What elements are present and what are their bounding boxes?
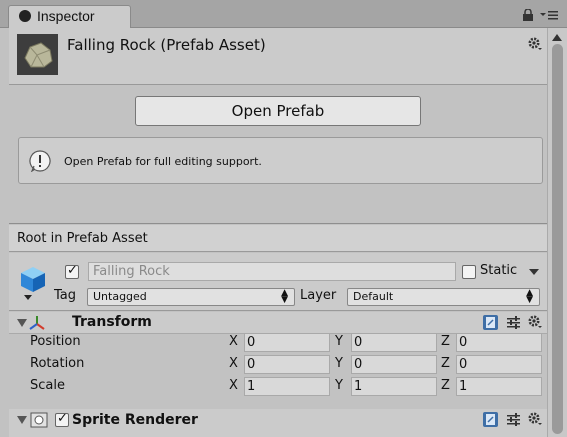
axis-y-label: Y bbox=[335, 334, 343, 349]
root-bar: Root in Prefab Asset bbox=[9, 225, 547, 252]
warning-icon bbox=[29, 150, 51, 172]
sprite-renderer-title: Sprite Renderer bbox=[72, 412, 198, 428]
foldout-arrow-icon[interactable] bbox=[17, 416, 27, 424]
asset-header: Falling Rock (Prefab Asset) bbox=[9, 28, 547, 85]
position-z-field[interactable]: 0 bbox=[456, 333, 542, 352]
rotation-y-field[interactable]: 0 bbox=[351, 355, 437, 374]
icon-dropdown-arrow-icon[interactable] bbox=[24, 295, 32, 300]
tag-value: Untagged bbox=[93, 290, 147, 303]
tag-label: Tag bbox=[54, 288, 77, 303]
transform-title: Transform bbox=[72, 314, 152, 330]
help-box: Open Prefab for full editing support. bbox=[18, 137, 543, 184]
open-prefab-button[interactable]: Open Prefab bbox=[135, 96, 421, 126]
scale-x-field[interactable]: 1 bbox=[244, 377, 330, 396]
help-text: Open Prefab for full editing support. bbox=[64, 155, 262, 168]
position-label: Position bbox=[30, 334, 81, 349]
sprite-renderer-icon bbox=[30, 412, 48, 428]
axis-x-label: X bbox=[229, 334, 238, 349]
layer-dropdown[interactable]: Default ▲ ▼ bbox=[347, 288, 540, 306]
root-label: Root in Prefab Asset bbox=[17, 231, 148, 246]
tag-dropdown[interactable]: Untagged ▲ ▼ bbox=[87, 288, 295, 306]
open-prefab-section: Open Prefab Open Prefab for full editing… bbox=[9, 86, 547, 224]
layer-label: Layer bbox=[300, 288, 337, 303]
info-icon bbox=[19, 10, 31, 22]
axis-x-label: X bbox=[229, 378, 238, 393]
gear-icon[interactable] bbox=[527, 314, 543, 330]
scale-y-field[interactable]: 1 bbox=[351, 377, 437, 396]
gameobject-name-field[interactable]: Falling Rock bbox=[88, 262, 456, 281]
scale-z-field[interactable]: 1 bbox=[456, 377, 542, 396]
axis-z-label: Z bbox=[441, 378, 450, 393]
layer-value: Default bbox=[353, 290, 394, 303]
transform-header[interactable]: Transform bbox=[9, 312, 547, 334]
axis-y-label: Y bbox=[335, 356, 343, 371]
axis-z-label: Z bbox=[441, 334, 450, 349]
axis-z-label: Z bbox=[441, 356, 450, 371]
rotation-z-field[interactable]: 0 bbox=[456, 355, 542, 374]
gear-icon[interactable] bbox=[527, 411, 543, 427]
transform-body: Position X 0 Y 0 Z 0 Rotation X 0 Y 0 Z … bbox=[9, 333, 547, 408]
cube-icon[interactable] bbox=[19, 265, 47, 293]
foldout-arrow-icon[interactable] bbox=[17, 319, 27, 327]
position-x-field[interactable]: 0 bbox=[244, 333, 330, 352]
sprite-renderer-enabled-checkbox[interactable] bbox=[55, 411, 69, 427]
menu-icon[interactable] bbox=[539, 8, 559, 22]
gear-icon[interactable] bbox=[527, 36, 543, 52]
scale-label: Scale bbox=[30, 378, 65, 393]
tab-label: Inspector bbox=[37, 8, 95, 24]
preset-icon[interactable] bbox=[506, 412, 521, 427]
preset-icon[interactable] bbox=[506, 315, 521, 330]
gameobject-header: Falling Rock Static Tag Untagged ▲▼ Laye… bbox=[9, 253, 547, 311]
rock-thumbnail-icon bbox=[17, 34, 58, 75]
position-y-field[interactable]: 0 bbox=[351, 333, 437, 352]
updown-arrow-icon: ▲ ▼ bbox=[281, 288, 288, 305]
scroll-thumb[interactable] bbox=[552, 44, 563, 434]
static-checkbox[interactable] bbox=[462, 265, 476, 279]
tab-inspector[interactable]: Inspector bbox=[8, 5, 131, 28]
static-label: Static bbox=[480, 263, 518, 278]
help-book-icon[interactable] bbox=[483, 412, 498, 427]
transform-icon bbox=[29, 316, 45, 330]
tab-bar: Inspector bbox=[0, 0, 567, 28]
sprite-renderer-header[interactable]: Sprite Renderer bbox=[9, 409, 547, 437]
help-book-icon[interactable] bbox=[483, 315, 498, 330]
updown-arrow-icon: ▲ ▼ bbox=[526, 288, 533, 305]
active-checkbox[interactable] bbox=[65, 263, 79, 279]
asset-title: Falling Rock (Prefab Asset) bbox=[67, 36, 266, 54]
axis-y-label: Y bbox=[335, 378, 343, 393]
rotation-label: Rotation bbox=[30, 356, 85, 371]
scroll-up-icon[interactable] bbox=[552, 34, 562, 41]
lock-icon[interactable] bbox=[522, 9, 534, 21]
scrollbar[interactable] bbox=[547, 28, 567, 437]
axis-x-label: X bbox=[229, 356, 238, 371]
rotation-x-field[interactable]: 0 bbox=[244, 355, 330, 374]
static-dropdown-icon[interactable] bbox=[529, 269, 539, 275]
